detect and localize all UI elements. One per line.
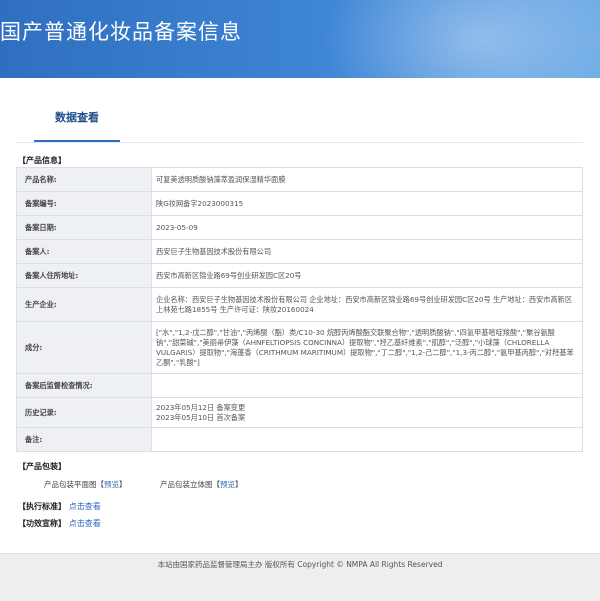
history-entry: 2023年05月12日 备案变更 [156, 402, 246, 412]
page-title: 国产普通化妆品备案信息 [0, 20, 242, 44]
filing-date-value: 2023-05-09 [151, 215, 583, 240]
product-info-section-title: 【产品信息】 [18, 156, 66, 165]
row-label: 备案后监督检查情况: [16, 373, 152, 398]
history-value: 2023年05月12日 备案变更 2023年05月10日 首次备案 [151, 397, 583, 428]
table-row: 生产企业: 企业名称：西安巨子生物基因技术股份有限公司 企业地址：西安市高新区锦… [16, 287, 583, 322]
claims-section-title: 【功效宣称】 [18, 519, 66, 528]
table-row: 备案后监督检查情况: [16, 373, 583, 398]
claims-row: 【功效宣称】 点击查看 [18, 518, 101, 529]
standard-row: 【执行标准】 点击查看 [18, 501, 101, 512]
banner-glow [320, 0, 600, 78]
packaging-3d-item: 产品包装立体图【预览】 [160, 480, 243, 489]
packaging-plan-label: 产品包装平面图 [44, 480, 97, 489]
row-label: 产品名称: [16, 167, 152, 192]
header-banner: 国产普通化妆品备案信息 [0, 0, 600, 78]
tab-data-view[interactable]: 数据查看 [34, 106, 120, 142]
row-label: 备案日期: [16, 215, 152, 240]
product-info-table: 产品名称: 可复美透明质酸钠藻萃盈润保湿精华面膜 备案编号: 陕G妆网备字202… [16, 167, 583, 452]
filer-address-value: 西安市高新区锦业路69号创业研发园C区20号 [151, 263, 583, 288]
filing-number-value: 陕G妆网备字2023000315 [151, 191, 583, 216]
claims-view-link[interactable]: 点击查看 [69, 519, 101, 528]
row-label: 备注: [16, 427, 152, 452]
ingredients-value: ["水","1,2-戊二醇","甘油","丙烯酸（酯）类/C10-30 烷醇丙烯… [151, 321, 583, 374]
table-row: 备案编号: 陕G妆网备字2023000315 [16, 191, 583, 216]
standard-view-link[interactable]: 点击查看 [69, 502, 101, 511]
history-entry: 2023年05月10日 首次备案 [156, 412, 246, 422]
row-label: 生产企业: [16, 287, 152, 322]
packaging-section-title: 【产品包装】 [18, 462, 66, 471]
row-label: 历史记录: [16, 397, 152, 428]
row-label: 备案人住所地址: [16, 263, 152, 288]
standard-section-title: 【执行标准】 [18, 502, 66, 511]
row-label: 备案编号: [16, 191, 152, 216]
table-row: 备案人住所地址: 西安市高新区锦业路69号创业研发园C区20号 [16, 263, 583, 288]
table-row: 产品名称: 可复美透明质酸钠藻萃盈润保湿精华面膜 [16, 167, 583, 192]
supervision-value [151, 373, 583, 398]
table-row: 备案日期: 2023-05-09 [16, 215, 583, 240]
row-label: 成分: [16, 321, 152, 374]
table-row: 备案人: 西安巨子生物基因技术股份有限公司 [16, 239, 583, 264]
table-row: 成分: ["水","1,2-戊二醇","甘油","丙烯酸（酯）类/C10-30 … [16, 321, 583, 374]
manufacturer-value: 企业名称：西安巨子生物基因技术股份有限公司 企业地址：西安市高新区锦业路69号创… [151, 287, 583, 322]
table-row: 历史记录: 2023年05月12日 备案变更 2023年05月10日 首次备案 [16, 397, 583, 428]
filer-value: 西安巨子生物基因技术股份有限公司 [151, 239, 583, 264]
footer-copyright: 本站由国家药品监督管理局主办 版权所有 Copyright © NMPA All… [157, 560, 443, 569]
packaging-plan-preview-link[interactable]: 预览 [104, 480, 119, 489]
tab-bar: 数据查看 [16, 106, 583, 143]
footer: 本站由国家药品监督管理局主办 版权所有 Copyright © NMPA All… [0, 553, 600, 601]
row-label: 备案人: [16, 239, 152, 264]
packaging-3d-preview-link[interactable]: 预览 [220, 480, 235, 489]
product-name-value: 可复美透明质酸钠藻萃盈润保湿精华面膜 [151, 167, 583, 192]
table-row: 备注: [16, 427, 583, 452]
packaging-plan-item: 产品包装平面图【预览】 [44, 480, 127, 489]
packaging-3d-label: 产品包装立体图 [160, 480, 213, 489]
remarks-value [151, 427, 583, 452]
